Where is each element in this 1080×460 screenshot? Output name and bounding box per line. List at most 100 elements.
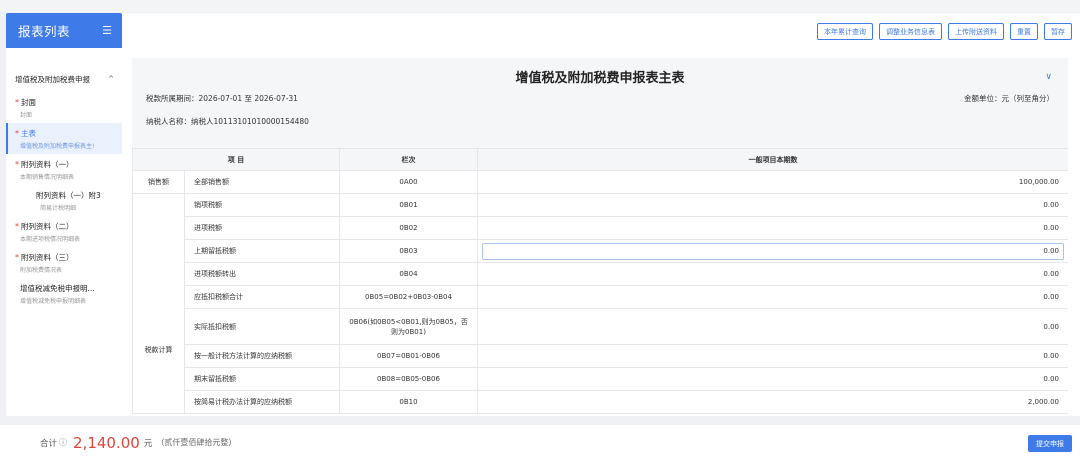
sidebar-item-schedule-1-annex-3[interactable]: 附列资料（一）附3 简易计税明细 bbox=[6, 185, 122, 216]
toolbar: 本年累计查询 调整业务信息表 上传附送资料 重置 暂存 bbox=[817, 23, 1072, 40]
row-item: 进项税额转出 bbox=[184, 262, 340, 286]
row-code: 0B03 bbox=[339, 239, 478, 263]
sidebar-item-label: 附列资料（一）附3 bbox=[36, 191, 101, 200]
table-header-row: 项 目 栏次 一般项目本期数 bbox=[132, 148, 1068, 171]
sidebar-item-subtitle: 本期销售情况明细表 bbox=[20, 174, 75, 181]
main-panel: 本年累计查询 调整业务信息表 上传附送资料 重置 暂存 增值税及附加税费申报表主… bbox=[122, 13, 1080, 416]
row-code: 0B01 bbox=[339, 193, 478, 217]
header-code: 栏次 bbox=[339, 148, 478, 171]
sidebar-item-label: 附列资料（二） bbox=[21, 222, 74, 231]
required-marker: * bbox=[15, 222, 19, 231]
sidebar-item-subtitle: 增值税及附加税费申报表主! bbox=[20, 143, 95, 150]
top-strip bbox=[0, 0, 1080, 12]
sidebar-header: 报表列表 ☰ bbox=[6, 13, 122, 48]
sidebar-group-label: 增值税及附加税费申报 bbox=[15, 74, 90, 84]
sidebar-item-cover[interactable]: * 封面 封面 bbox=[6, 92, 122, 123]
total-amount-in-words: （贰仟壹佰肆拾元整） bbox=[156, 438, 237, 447]
table-row: 销售额 全部销售额 0A00 100,000.00 bbox=[132, 170, 1068, 194]
row-value[interactable]: 0.00 bbox=[477, 262, 1068, 286]
submit-return-button[interactable]: 提交申报 bbox=[1028, 435, 1072, 452]
required-marker: * bbox=[15, 98, 19, 107]
table-row: 税款计算 销项税额 0B01 0.00 bbox=[132, 193, 1068, 414]
tax-period: 税款所属期间：2026-07-01 至 2026-07-31 bbox=[146, 94, 298, 103]
row-item: 上期留抵税额 bbox=[184, 239, 340, 263]
row-code: 0A00 bbox=[339, 170, 478, 194]
required-marker: * bbox=[15, 253, 19, 262]
sidebar-item-main-form[interactable]: * 主表 增值税及附加税费申报表主! bbox=[6, 123, 122, 154]
header-current-period: 一般项目本期数 bbox=[477, 148, 1068, 171]
amount-unit: 金额单位：元（列至角分） bbox=[964, 94, 1054, 103]
return-table-container[interactable]: 项 目 栏次 一般项目本期数 销售额 全部销售额 0A00 100,000.00… bbox=[132, 148, 1068, 416]
table-row: 进项税额转出 0B04 0.00 bbox=[133, 262, 1068, 286]
required-marker: * bbox=[15, 160, 19, 169]
sidebar-item-label: 主表 bbox=[21, 129, 36, 138]
report-list-sidebar: 报表列表 ☰ 增值税及附加税费申报 ^ * 封面 封面 * 主表 增值税及附加税费申… bbox=[6, 13, 122, 416]
total-label: 合计 bbox=[40, 438, 58, 449]
sidebar-title: 报表列表 bbox=[18, 24, 71, 39]
row-item: 按简易计税办法计算的应纳税额 bbox=[184, 390, 340, 414]
sidebar-item-subtitle: 增值税减免税申报明细表 bbox=[20, 298, 87, 305]
form-title: 增值税及附加税费申报表主表 bbox=[515, 71, 685, 86]
chevron-up-icon[interactable]: ^ bbox=[108, 75, 114, 83]
sidebar-item-label: 附列资料（三） bbox=[21, 253, 74, 262]
row-value[interactable]: 0.00 bbox=[477, 367, 1068, 391]
total-unit: 元 bbox=[143, 438, 153, 449]
row-value[interactable]: 0.00 bbox=[477, 344, 1068, 368]
table-row: 进项税额 0B02 0.00 bbox=[133, 216, 1068, 240]
required-marker: * bbox=[15, 129, 19, 138]
table-row: 按简易计税办法计算的应纳税额 0B10 2,000.00 bbox=[133, 390, 1068, 414]
sidebar-item-vat-reduction[interactable]: 增值税减免税申报明... 增值税减免税申报明细表 bbox=[6, 278, 122, 309]
row-value[interactable]: 0.00 bbox=[477, 285, 1068, 309]
table-row: 实际抵扣税额 0B06(如0B05<0B01,则为0B05，否则为0B01) 0… bbox=[133, 308, 1068, 345]
sidebar-item-schedule-3[interactable]: * 附列资料（三） 附加税费情况表 bbox=[6, 247, 122, 278]
row-item: 进项税额 bbox=[184, 216, 340, 240]
row-item: 期末留抵税额 bbox=[184, 367, 340, 391]
category-tax-calc: 税款计算 bbox=[132, 193, 185, 414]
total-amount: 2,140.00 bbox=[73, 433, 140, 452]
sidebar-item-label: 附列资料（一） bbox=[21, 160, 74, 169]
return-table: 项 目 栏次 一般项目本期数 销售额 全部销售额 0A00 100,000.00… bbox=[132, 148, 1068, 414]
previous-credit-input[interactable] bbox=[482, 242, 1064, 260]
info-icon[interactable]: ⓘ bbox=[59, 437, 67, 448]
sidebar-group-vat[interactable]: 增值税及附加税费申报 ^ bbox=[6, 72, 122, 86]
row-value[interactable]: 0.00 bbox=[477, 216, 1068, 240]
sidebar-item-schedule-2[interactable]: * 附列资料（二） 本期进项税情况明细表 bbox=[6, 216, 122, 247]
save-draft-button[interactable]: 暂存 bbox=[1044, 23, 1072, 40]
sidebar-item-label: 增值税减免税申报明... bbox=[20, 284, 95, 293]
annual-cumulative-query-button[interactable]: 本年累计查询 bbox=[817, 23, 873, 40]
row-code: 0B08=0B05-0B06 bbox=[339, 367, 478, 391]
row-code: 0B10 bbox=[339, 390, 478, 414]
row-item: 实际抵扣税额 bbox=[184, 308, 340, 345]
sidebar-item-label: 封面 bbox=[21, 98, 36, 107]
row-code: 0B07=0B01-0B06 bbox=[339, 344, 478, 368]
sidebar-item-subtitle: 本期进项税情况明细表 bbox=[20, 236, 81, 243]
footer-bar: 合计 ⓘ 2,140.00 元 （贰仟壹佰肆拾元整） 提交申报 bbox=[0, 425, 1080, 460]
row-value-cell bbox=[477, 239, 1068, 263]
row-code: 0B06(如0B05<0B01,则为0B05，否则为0B01) bbox=[339, 308, 478, 345]
header-item: 项 目 bbox=[132, 148, 340, 171]
table-row: 上期留抵税额 0B03 bbox=[133, 239, 1068, 263]
sidebar-item-schedule-1[interactable]: * 附列资料（一） 本期销售情况明细表 bbox=[6, 154, 122, 185]
reset-button[interactable]: 重置 bbox=[1010, 23, 1038, 40]
row-value[interactable]: 2,000.00 bbox=[477, 390, 1068, 414]
sidebar-item-subtitle: 简易计税明细 bbox=[40, 205, 77, 212]
menu-icon[interactable]: ☰ bbox=[102, 25, 112, 36]
table-row: 应抵扣税额合计 0B05=0B02+0B03-0B04 0.00 bbox=[133, 285, 1068, 309]
chevron-down-icon[interactable]: ∨ bbox=[1045, 72, 1052, 82]
row-value[interactable]: 0.00 bbox=[477, 193, 1068, 217]
table-row: 期末留抵税额 0B08=0B05-0B06 0.00 bbox=[133, 367, 1068, 391]
row-item: 应抵扣税额合计 bbox=[184, 285, 340, 309]
form-header-card: 增值税及附加税费申报表主表 ∨ 税款所属期间：2026-07-01 至 2026… bbox=[132, 58, 1068, 150]
row-code: 0B04 bbox=[339, 262, 478, 286]
row-code: 0B05=0B02+0B03-0B04 bbox=[339, 285, 478, 309]
adjust-business-info-button[interactable]: 调整业务信息表 bbox=[879, 23, 942, 40]
sidebar-item-subtitle: 封面 bbox=[20, 112, 33, 119]
row-value[interactable]: 0.00 bbox=[477, 308, 1068, 345]
taxpayer-name: 纳税人名称：纳税人10113101010000154480 bbox=[146, 117, 309, 126]
row-item: 全部销售额 bbox=[184, 170, 340, 194]
category-sales: 销售额 bbox=[132, 170, 185, 194]
row-item: 按一般计税方法计算的应纳税额 bbox=[184, 344, 340, 368]
upload-attachments-button[interactable]: 上传附送资料 bbox=[948, 23, 1004, 40]
row-value[interactable]: 100,000.00 bbox=[477, 170, 1068, 194]
sidebar-item-subtitle: 附加税费情况表 bbox=[20, 267, 63, 274]
